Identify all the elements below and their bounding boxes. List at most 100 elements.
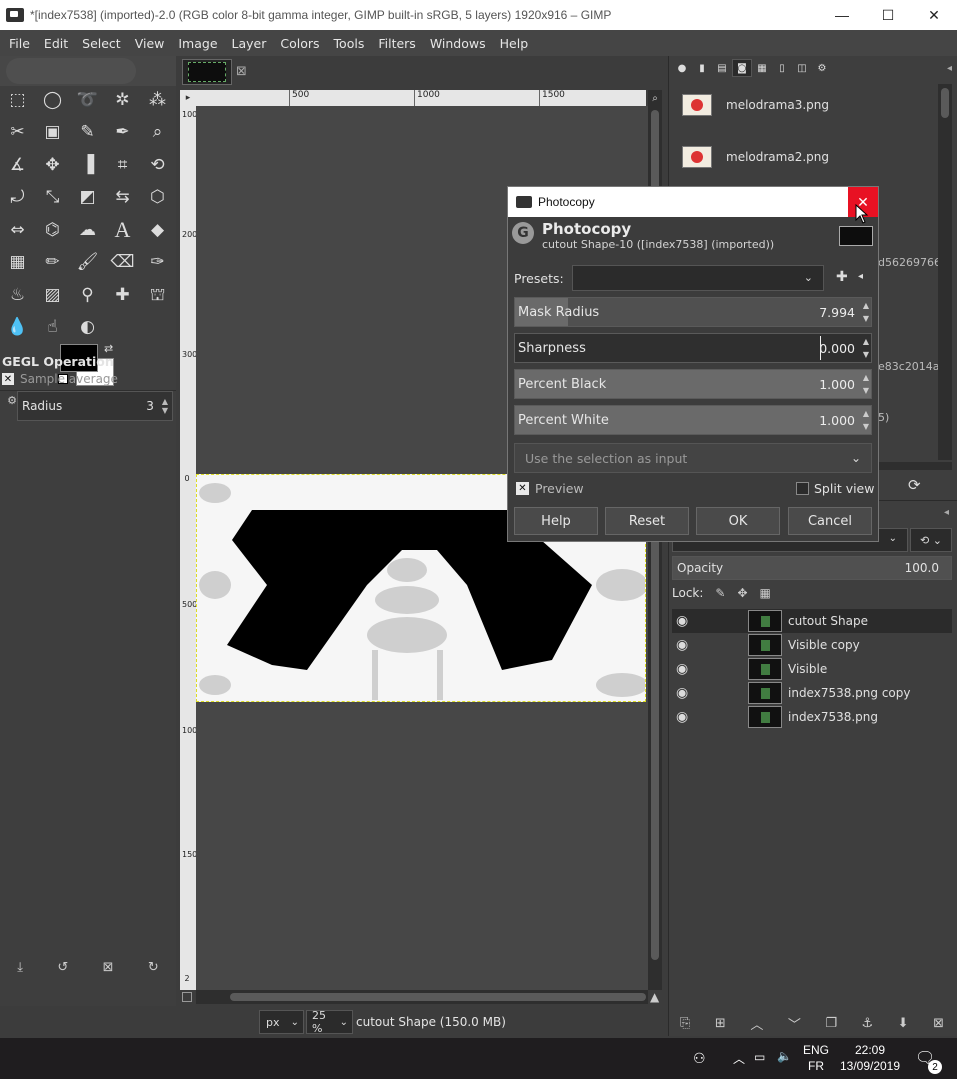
spin-arrows-icon[interactable]: ▲ ▼: [162, 397, 168, 415]
ruler-corner-icon[interactable]: ▸: [180, 90, 196, 106]
sample-average-option[interactable]: ✕ Sample average: [2, 372, 118, 386]
menu-filters[interactable]: Filters: [371, 36, 422, 51]
anchor-layer-icon[interactable]: ⚓: [862, 1016, 874, 1031]
zoom-selector[interactable]: 25 % ⌄: [306, 1009, 353, 1035]
merge-layer-icon[interactable]: ⬇: [898, 1016, 909, 1031]
palettes-tab-icon[interactable]: ▦: [752, 59, 772, 77]
checkbox-checked-icon[interactable]: ✕: [2, 373, 14, 385]
brushes-tab-icon[interactable]: ●: [672, 59, 692, 77]
patterns-tab-icon[interactable]: ▮: [692, 59, 712, 77]
fonts-tab-icon[interactable]: ▤: [712, 59, 732, 77]
restore-options-icon[interactable]: ↺: [57, 960, 68, 975]
color-select-icon[interactable]: ⁂: [140, 84, 175, 117]
mask-radius-slider[interactable]: Mask Radius 7.994 ▲ ▼: [514, 297, 872, 327]
navigate-icon[interactable]: ▲: [650, 990, 659, 1004]
delete-options-icon[interactable]: ⊠: [103, 960, 114, 975]
lower-layer-icon[interactable]: ﹀: [788, 1014, 801, 1033]
lock-position-icon[interactable]: ✥: [737, 586, 747, 600]
fuzzy-select-icon[interactable]: ✲: [105, 84, 140, 117]
rect-select-icon[interactable]: ⬚: [0, 84, 35, 117]
foreground-select-icon[interactable]: ▣: [35, 117, 70, 150]
tab-menu-icon[interactable]: ◂: [947, 63, 952, 74]
cancel-button[interactable]: Cancel: [788, 507, 872, 535]
zoom-image-icon[interactable]: ⌕: [648, 90, 662, 106]
volume-icon[interactable]: 🔈: [777, 1049, 792, 1063]
quick-mask-icon[interactable]: [182, 992, 192, 1002]
blur-icon[interactable]: 💧: [0, 312, 35, 345]
close-window-button[interactable]: ✕: [911, 0, 957, 30]
zoom-icon[interactable]: ⌕: [140, 117, 175, 150]
text-tool-icon[interactable]: A: [105, 214, 140, 247]
spin-arrows-icon[interactable]: ▲ ▼: [863, 371, 869, 397]
eye-icon[interactable]: ◉: [676, 709, 698, 725]
eye-icon[interactable]: ◉: [676, 613, 698, 629]
menu-edit[interactable]: Edit: [37, 36, 75, 51]
gradients-tab-icon[interactable]: ▯: [772, 59, 792, 77]
people-icon[interactable]: ⚇: [693, 1050, 706, 1067]
ellipse-select-icon[interactable]: ◯: [35, 84, 70, 117]
checkbox-checked-icon[interactable]: ✕: [516, 482, 529, 495]
spin-arrows-icon[interactable]: ▲ ▼: [863, 407, 869, 433]
slider-value[interactable]: 7.994: [819, 305, 855, 320]
opacity-slider[interactable]: Opacity 100.0: [672, 556, 952, 580]
maximize-button[interactable]: ☐: [865, 0, 911, 30]
ink-icon[interactable]: ♨: [0, 279, 35, 312]
perspective-icon[interactable]: ☁: [70, 214, 105, 247]
tab-menu-icon[interactable]: ◂: [944, 507, 949, 518]
menu-view[interactable]: View: [128, 36, 172, 51]
minimize-button[interactable]: —: [819, 0, 865, 30]
eye-icon[interactable]: ◉: [676, 685, 698, 701]
heal-icon[interactable]: ✚: [105, 279, 140, 312]
flip-icon[interactable]: ⇆: [105, 182, 140, 215]
warp-transform-icon[interactable]: ⇔: [0, 214, 35, 247]
dodge-burn-icon[interactable]: ◐: [70, 312, 105, 345]
horizontal-ruler[interactable]: 500 1000 1500: [196, 90, 646, 106]
slider-value[interactable]: 1.000: [819, 413, 855, 428]
menu-windows[interactable]: Windows: [423, 36, 493, 51]
battery-icon[interactable]: ▭: [754, 1050, 765, 1064]
rotate-icon[interactable]: ⤾: [0, 182, 35, 215]
lock-alpha-icon[interactable]: ▦: [760, 586, 771, 600]
composite-mode-selector[interactable]: ⟲ ⌄: [910, 528, 952, 552]
templates-tab-icon[interactable]: ◫: [792, 59, 812, 77]
help-button[interactable]: Help: [514, 507, 598, 535]
menu-image[interactable]: Image: [171, 36, 224, 51]
cage-transform-icon[interactable]: ⌬: [35, 214, 70, 247]
reset-button[interactable]: Reset: [605, 507, 689, 535]
close-tab-icon[interactable]: ⊠: [236, 64, 247, 79]
list-item[interactable]: melodrama2.png: [682, 142, 938, 172]
menu-colors[interactable]: Colors: [273, 36, 326, 51]
radius-spinner[interactable]: Radius 3 ▲ ▼: [17, 391, 173, 421]
scissors-icon[interactable]: ✂: [0, 117, 35, 150]
mypaint-brush-icon[interactable]: ▨: [35, 279, 70, 312]
layer-row[interactable]: ◉ Visible: [672, 657, 952, 681]
scale-icon[interactable]: ⤡: [35, 182, 70, 215]
new-layer-group-icon[interactable]: ⊞: [715, 1016, 726, 1031]
list-item[interactable]: melodrama3.png: [682, 90, 938, 120]
menu-help[interactable]: Help: [493, 36, 536, 51]
lock-pixels-icon[interactable]: ✎: [715, 586, 725, 600]
free-select-icon[interactable]: ➰: [70, 84, 105, 117]
color-picker-icon[interactable]: ✒: [105, 117, 140, 150]
layer-row[interactable]: ◉ cutout Shape: [672, 609, 952, 633]
reset-options-icon[interactable]: ↻: [148, 960, 159, 975]
sharpness-slider[interactable]: Sharpness 0.000 ▲ ▼: [514, 333, 872, 363]
crop-icon[interactable]: ⌗: [105, 149, 140, 182]
gradient-icon[interactable]: ▦: [0, 247, 35, 280]
smudge-icon[interactable]: ☝: [35, 312, 70, 345]
presets-dropdown[interactable]: ⌄: [572, 265, 824, 291]
ok-button[interactable]: OK: [696, 507, 780, 535]
percent-black-slider[interactable]: Percent Black 1.000 ▲ ▼: [514, 369, 872, 399]
tool-presets-tab-icon[interactable]: ⚙: [812, 59, 832, 77]
selection-input-dropdown[interactable]: Use the selection as input ⌄: [514, 443, 872, 473]
delete-layer-icon[interactable]: ⊠: [933, 1016, 944, 1031]
clock[interactable]: 22:09 13/09/2019: [838, 1042, 902, 1074]
language-indicator[interactable]: ENG FR: [800, 1042, 832, 1074]
menu-select[interactable]: Select: [75, 36, 128, 51]
save-options-icon[interactable]: ⤓: [17, 960, 23, 975]
scrollbar-thumb[interactable]: [941, 88, 949, 118]
horizontal-scrollbar[interactable]: [196, 990, 648, 1004]
paintbrush-icon[interactable]: 🖌: [70, 247, 105, 280]
layer-row[interactable]: ◉ index7538.png copy: [672, 681, 952, 705]
bucket-fill-icon[interactable]: ◆: [140, 214, 175, 247]
